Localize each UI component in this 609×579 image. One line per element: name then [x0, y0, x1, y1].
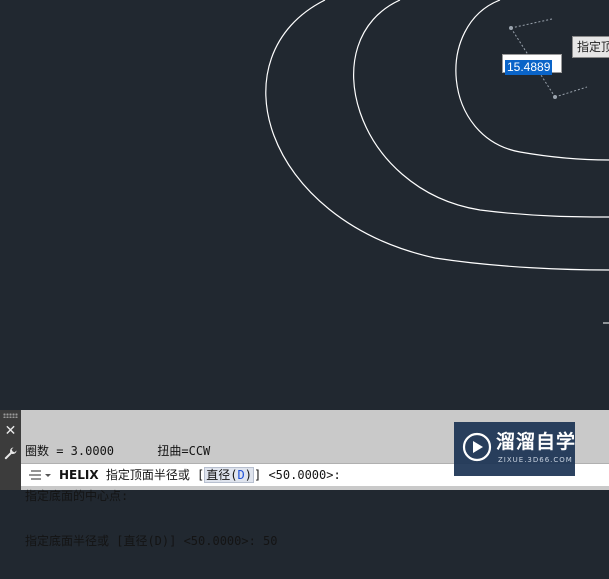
- option-close: ): [244, 468, 252, 482]
- watermark-url: ZIXUE.3D66.COM: [498, 456, 573, 464]
- history-line: 指定底面半径或 [直径(D)] <50.0000>: 50: [25, 534, 278, 548]
- command-line-icon[interactable]: [28, 468, 54, 482]
- dynamic-prompt-tooltip: 指定顶面半径或: [572, 36, 609, 58]
- option-label: 直径(: [206, 468, 238, 482]
- helix-outer-curve: [265, 0, 609, 271]
- history-line: 圈数 = 3.0000 扭曲=CCW: [25, 444, 211, 458]
- radius-dim-line-2: [510, 18, 553, 29]
- helix-middle-curve: [353, 0, 609, 218]
- watermark-brand: 溜溜自学: [496, 431, 577, 453]
- grip-point[interactable]: [553, 95, 557, 99]
- prompt-text: 指定顶面半径或 [: [98, 468, 205, 482]
- close-icon[interactable]: ✕: [3, 424, 18, 439]
- helix-inner-curve: [455, 0, 609, 161]
- dynamic-input-field[interactable]: 15.4889: [502, 54, 562, 75]
- watermark: 溜溜自学 ZIXUE.3D66.COM: [454, 422, 575, 476]
- wrench-icon[interactable]: [3, 446, 18, 461]
- radius-dim-line-3: [554, 86, 588, 98]
- command-history: 圈数 = 3.0000 扭曲=CCW 指定底面的中心点: 指定底面半径或 [直径…: [25, 414, 485, 579]
- command-name: HELIX: [59, 468, 99, 482]
- grip-point[interactable]: [509, 26, 513, 30]
- option-key: D: [237, 468, 245, 482]
- watermark-logo-icon: [462, 432, 492, 462]
- drag-grip-handle[interactable]: [3, 413, 18, 418]
- prompt-suffix: ] <50.0000>:: [254, 468, 341, 482]
- command-prompt: HELIX 指定顶面半径或 [直径(D)] <50.0000>:: [59, 467, 341, 483]
- command-window-sidebar: ✕: [0, 410, 21, 490]
- history-line: 指定底面的中心点:: [25, 489, 129, 503]
- tooltip-text: 指定顶面半径或: [577, 40, 609, 54]
- option-diameter[interactable]: 直径(D): [204, 467, 254, 483]
- dynamic-input-value[interactable]: 15.4889: [505, 60, 553, 75]
